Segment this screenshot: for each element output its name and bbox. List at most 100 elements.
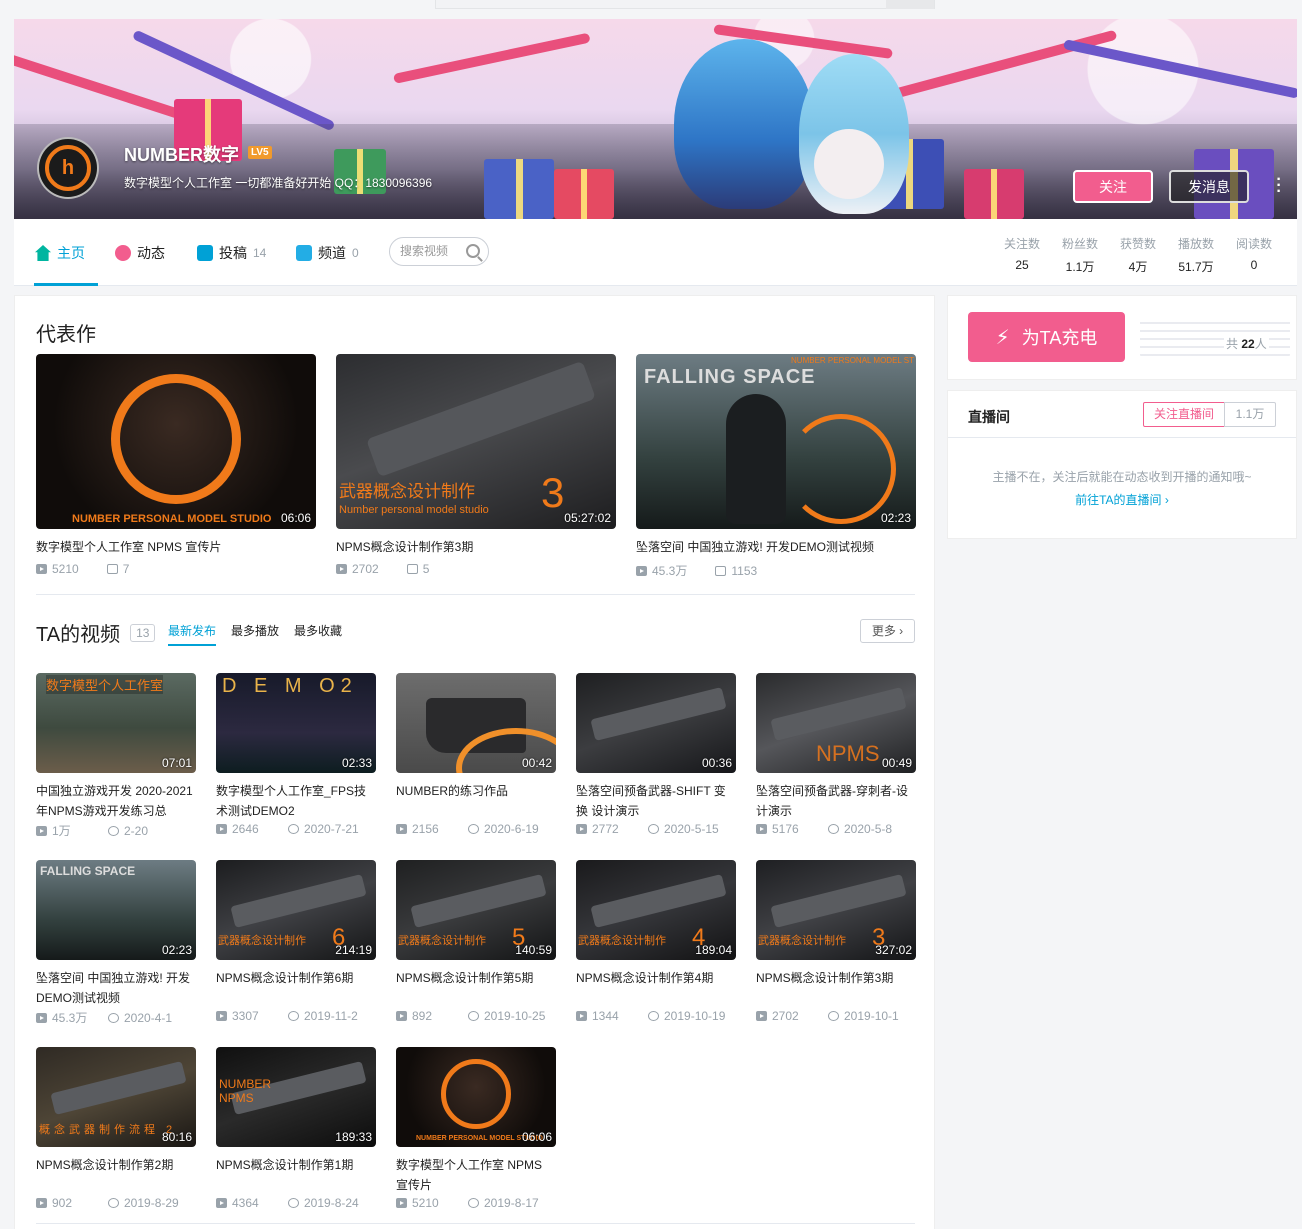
video-card[interactable]: 武器概念设计制作 5 140:59 NPMS概念设计制作第5期 892 2019-10-2… <box>396 860 556 1023</box>
video-thumbnail[interactable]: 武器概念设计制作 4 189:04 <box>576 860 736 960</box>
video-title[interactable]: 中国独立游戏开发 2020-2021年NPMS游戏开发练习总 <box>36 781 196 821</box>
tab-dynamic[interactable]: 动态 <box>115 243 165 263</box>
clock-icon <box>288 1011 299 1021</box>
charge-count-number: 22 <box>1241 337 1255 351</box>
tab-channel[interactable]: 频道 0 <box>296 243 359 263</box>
top-search-button[interactable] <box>886 0 934 9</box>
thumbnail-caption: 武器概念设计制作 <box>398 935 486 947</box>
video-title[interactable]: NPMS概念设计制作第4期 <box>576 968 736 1008</box>
video-card[interactable]: 武器概念设计制作 4 189:04 NPMS概念设计制作第4期 1344 2019-10-… <box>576 860 736 1023</box>
video-card[interactable]: 武器概念设计制作 6 214:19 NPMS概念设计制作第6期 3307 2019-11-… <box>216 860 376 1023</box>
stat-value: 0 <box>1250 258 1258 272</box>
more-options-icon[interactable]: · · · <box>1276 172 1282 200</box>
video-thumbnail[interactable]: FALLING SPACE 02:23 <box>36 860 196 960</box>
video-thumbnail[interactable]: 00:42 <box>396 673 556 773</box>
live-link-label: 前往TA的直播间 <box>1075 493 1162 507</box>
video-thumbnail[interactable]: NUMBER NPMS 189:33 <box>216 1047 376 1147</box>
thumbnail-subcaption: NUMBER PERSONAL MODEL ST <box>791 356 914 365</box>
video-title[interactable]: 数字模型个人工作室 NPMS 宣传片 <box>396 1155 556 1195</box>
follow-button[interactable]: 关注 <box>1073 170 1153 203</box>
video-card[interactable]: 数字模型个人工作室 07:01 中国独立游戏开发 2020-2021年NPMS游戏开… <box>36 673 196 839</box>
thumbnail-caption: FALLING SPACE <box>644 366 816 388</box>
video-card[interactable]: NPMS 00:49 坠落空间预备武器-穿刺者-设计演示 5176 2020-5-8 <box>756 673 916 836</box>
video-search-input[interactable]: 搜索视频 <box>389 237 489 266</box>
video-thumbnail[interactable]: D E M O2 02:33 <box>216 673 376 773</box>
video-title[interactable]: 坠落空间预备武器-穿刺者-设计演示 <box>756 781 916 821</box>
video-card[interactable]: 概念武器制作流程 2 80:16 NPMS概念设计制作第2期 902 2019-8-29 <box>36 1047 196 1210</box>
video-thumbnail[interactable]: 武器概念设计制作 Number personal model studio 3 … <box>336 354 616 529</box>
video-title[interactable]: NPMS概念设计制作第3期 <box>756 968 916 1008</box>
clock-icon <box>468 1198 479 1208</box>
play-count-icon <box>576 824 587 834</box>
follow-live-button[interactable]: 关注直播间 <box>1143 402 1225 427</box>
featured-video[interactable]: 武器概念设计制作 Number personal model studio 3 … <box>336 354 616 576</box>
tab-home-label: 主页 <box>57 245 85 261</box>
stat-reads: 阅读数 0 <box>1225 235 1283 275</box>
featured-video[interactable]: NUMBER PERSONAL MODEL STUDIO 06:06 数字模型个… <box>36 354 316 576</box>
video-thumbnail[interactable]: 武器概念设计制作 3 327:02 <box>756 860 916 960</box>
top-search-bar[interactable] <box>435 0 935 9</box>
video-title[interactable]: 数字模型个人工作室 NPMS 宣传片 <box>36 538 316 554</box>
video-thumbnail[interactable]: 数字模型个人工作室 07:01 <box>36 673 196 773</box>
thumbnail-caption: NUMBER PERSONAL MODEL STUDIO <box>72 513 272 525</box>
video-card[interactable]: NUMBER PERSONAL MODEL STUDIO 06:06 数字模型个人工… <box>396 1047 556 1210</box>
sort-tab-latest[interactable]: 最新发布 <box>168 622 217 646</box>
sort-tab-most-played[interactable]: 最多播放 <box>231 622 279 639</box>
video-title[interactable]: NPMS概念设计制作第5期 <box>396 968 556 1008</box>
user-avatar[interactable]: h <box>37 137 99 199</box>
npms-logo-icon <box>111 374 241 504</box>
video-card[interactable]: FALLING SPACE 02:23 坠落空间 中国独立游戏! 开发DEMO测试视… <box>36 860 196 1026</box>
video-title[interactable]: 坠落空间 中国独立游戏! 开发DEMO测试视频 <box>636 538 916 554</box>
video-title[interactable]: NPMS概念设计制作第2期 <box>36 1155 196 1195</box>
video-thumbnail[interactable]: NUMBER PERSONAL MODEL STUDIO 06:06 <box>36 354 316 529</box>
charge-button[interactable]: ⚡ 为TA充电 <box>968 312 1125 362</box>
stat-fans[interactable]: 粉丝数 1.1万 <box>1051 235 1109 275</box>
tab-posts[interactable]: 投稿 14 <box>197 243 266 263</box>
user-name[interactable]: NUMBER数字 <box>124 141 239 167</box>
soldier-figure <box>726 394 786 524</box>
video-card[interactable]: D E M O2 02:33 数字模型个人工作室_FPS技术测试DEMO2 2646 2… <box>216 673 376 836</box>
video-thumbnail[interactable]: NPMS 00:49 <box>756 673 916 773</box>
sort-tab-most-favorited[interactable]: 最多收藏 <box>294 622 342 639</box>
video-title[interactable]: 数字模型个人工作室_FPS技术测试DEMO2 <box>216 781 376 821</box>
video-thumbnail[interactable]: FALLING SPACE NUMBER PERSONAL MODEL ST 0… <box>636 354 916 529</box>
stat-following[interactable]: 关注数 25 <box>993 235 1051 275</box>
play-count: 2156 <box>412 822 439 836</box>
live-room-panel: 直播间 关注直播间 1.1万 主播不在，关注后就能在动态收到开播的通知哦~ 前往… <box>947 390 1297 539</box>
video-card[interactable]: 00:42 NUMBER的练习作品 2156 2020-6-19 <box>396 673 556 836</box>
video-card[interactable]: 00:36 坠落空间预备武器-SHIFT 变换 设计演示 2772 2020-5-15 <box>576 673 736 836</box>
clock-icon <box>828 824 839 834</box>
thumbnail-caption: 武器概念设计制作 <box>339 482 475 501</box>
video-title[interactable]: 坠落空间 中国独立游戏! 开发DEMO测试视频 <box>36 968 196 1008</box>
stat-label: 阅读数 <box>1235 237 1272 251</box>
video-thumbnail[interactable]: 武器概念设计制作 5 140:59 <box>396 860 556 960</box>
video-title[interactable]: NPMS概念设计制作第1期 <box>216 1155 376 1195</box>
video-title[interactable]: NUMBER的练习作品 <box>396 781 556 821</box>
featured-video[interactable]: FALLING SPACE NUMBER PERSONAL MODEL ST 0… <box>636 354 916 579</box>
thumbnail-caption: NUMBER NPMS <box>219 1077 272 1105</box>
play-count: 1万 <box>52 824 71 838</box>
video-card[interactable]: NUMBER NPMS 189:33 NPMS概念设计制作第1期 4364 2019-8… <box>216 1047 376 1210</box>
stat-label: 关注数 <box>1003 237 1040 251</box>
video-duration: 06:06 <box>521 1130 552 1144</box>
dynamic-icon <box>115 245 131 261</box>
play-count-icon <box>636 565 647 576</box>
go-live-room-link[interactable]: 前往TA的直播间 › <box>948 491 1296 508</box>
video-thumbnail[interactable]: 武器概念设计制作 6 214:19 <box>216 860 376 960</box>
play-count: 45.3万 <box>52 1011 88 1025</box>
play-count-icon <box>36 564 47 574</box>
video-thumbnail[interactable]: NUMBER PERSONAL MODEL STUDIO 06:06 <box>396 1047 556 1147</box>
video-card[interactable]: 武器概念设计制作 3 327:02 NPMS概念设计制作第3期 2702 2019-10-… <box>756 860 916 1023</box>
message-button[interactable]: 发消息 <box>1169 170 1249 203</box>
search-icon[interactable] <box>466 244 480 258</box>
video-thumbnail[interactable]: 00:36 <box>576 673 736 773</box>
video-title[interactable]: NPMS概念设计制作第3期 <box>336 538 616 554</box>
tab-home[interactable]: 主页 <box>35 243 85 263</box>
video-title[interactable]: NPMS概念设计制作第6期 <box>216 968 376 1008</box>
profile-nav: 主页 动态 投稿 14 频道 0 搜索视频 关注数 25 粉丝数 1.1万 获赞数 4… <box>14 219 1297 286</box>
more-videos-button[interactable]: 更多 › <box>860 619 915 643</box>
video-title[interactable]: 坠落空间预备武器-SHIFT 变换 设计演示 <box>576 781 736 821</box>
video-duration: 189:33 <box>335 1130 372 1144</box>
stat-label: 粉丝数 <box>1061 237 1098 251</box>
video-thumbnail[interactable]: 概念武器制作流程 2 80:16 <box>36 1047 196 1147</box>
